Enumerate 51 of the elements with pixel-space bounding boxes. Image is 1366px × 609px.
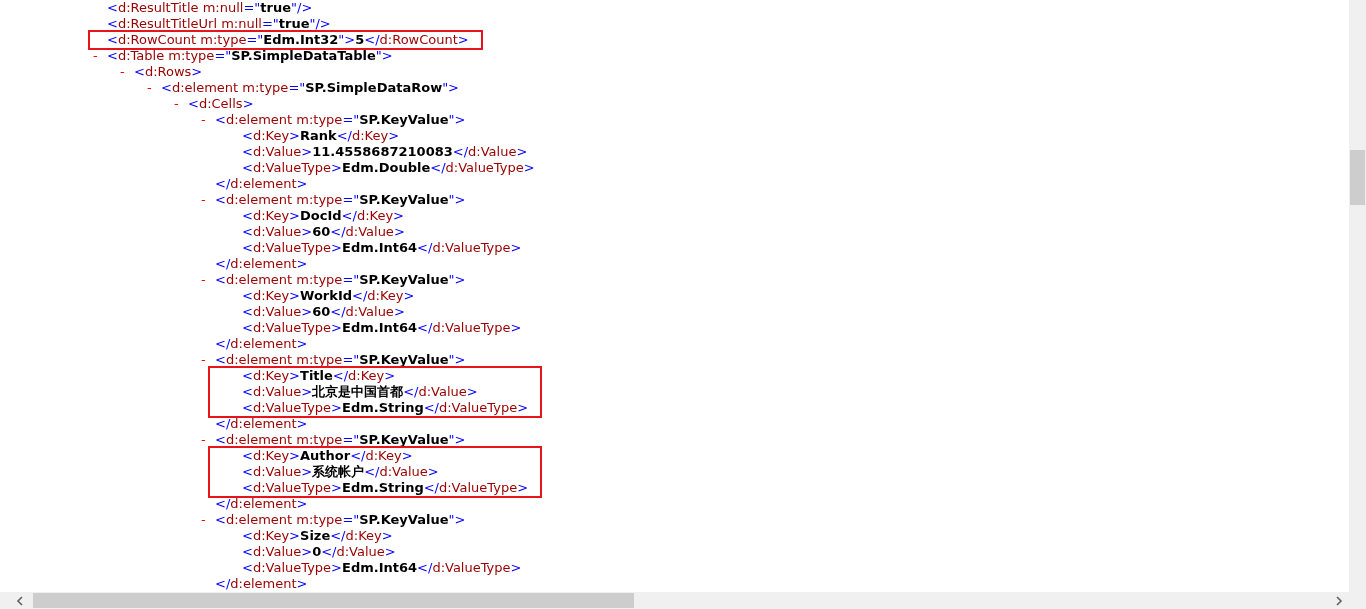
collapse-toggle[interactable]: - xyxy=(201,272,215,288)
xml-line: <d:ValueType>Edm.String</d:ValueType> xyxy=(242,480,529,496)
xml-line: <d:ResultTitleUrl m:null="true"/> xyxy=(107,16,331,32)
collapse-toggle[interactable]: - xyxy=(201,432,215,448)
xml-line: <d:ResultTitle m:null="true"/> xyxy=(107,0,313,16)
xml-line: </d:element> xyxy=(215,496,308,512)
xml-line: <d:ValueType>Edm.Int64</d:ValueType> xyxy=(242,560,522,576)
xml-line: <d:Value>北京是中国首都</d:Value> xyxy=(242,384,478,400)
xml-line: <d:element m:type="SP.KeyValue"> xyxy=(215,432,466,448)
xml-line: </d:element> xyxy=(215,176,308,192)
xml-line: <d:RowCount m:type="Edm.Int32">5</d:RowCount> xyxy=(107,32,469,48)
xml-line: <d:Key>Title</d:Key> xyxy=(242,368,396,384)
xml-line: <d:Rows> xyxy=(134,64,203,80)
horizontal-scrollbar[interactable] xyxy=(0,592,1349,609)
collapse-toggle[interactable]: - xyxy=(147,80,161,96)
collapse-toggle[interactable]: - xyxy=(120,64,134,80)
xml-line: <d:ValueType>Edm.String</d:ValueType> xyxy=(242,400,529,416)
xml-line: </d:element> xyxy=(215,336,308,352)
collapse-toggle[interactable]: - xyxy=(201,112,215,128)
vertical-scrollbar[interactable] xyxy=(1349,0,1366,592)
collapse-toggle[interactable]: - xyxy=(201,192,215,208)
xml-line: </d:element> xyxy=(215,416,308,432)
xml-line: <d:Value>0</d:Value> xyxy=(242,544,396,560)
collapse-toggle[interactable]: - xyxy=(201,512,215,528)
xml-line: <d:Key>Size</d:Key> xyxy=(242,528,393,544)
xml-line: <d:Key>Author</d:Key> xyxy=(242,448,413,464)
scroll-thumb[interactable] xyxy=(1350,150,1365,205)
xml-line: <d:Value>11.4558687210083</d:Value> xyxy=(242,144,528,160)
collapse-toggle[interactable]: - xyxy=(93,48,107,64)
xml-line: <d:ValueType>Edm.Int64</d:ValueType> xyxy=(242,320,522,336)
xml-line: <d:Value>60</d:Value> xyxy=(242,304,405,320)
xml-line: <d:Value>60</d:Value> xyxy=(242,224,405,240)
xml-line: <d:Key>DocId</d:Key> xyxy=(242,208,404,224)
xml-line: <d:ValueType>Edm.Int64</d:ValueType> xyxy=(242,240,522,256)
xml-line: <d:element m:type="SP.KeyValue"> xyxy=(215,512,466,528)
xml-line: <d:element m:type="SP.KeyValue"> xyxy=(215,192,466,208)
xml-line: <d:element m:type="SP.KeyValue"> xyxy=(215,352,466,368)
xml-line: <d:element m:type="SP.KeyValue"> xyxy=(215,272,466,288)
collapse-toggle[interactable]: - xyxy=(201,352,215,368)
xml-line: <d:element m:type="SP.KeyValue"> xyxy=(215,112,466,128)
xml-line: <d:Key>Rank</d:Key> xyxy=(242,128,400,144)
xml-line: <d:Table m:type="SP.SimpleDataTable"> xyxy=(107,48,393,64)
xml-line: <d:Key>WorkId</d:Key> xyxy=(242,288,415,304)
xml-line: <d:Value>系统帐户</d:Value> xyxy=(242,464,439,480)
xml-line: <d:ValueType>Edm.Double</d:ValueType> xyxy=(242,160,535,176)
xml-line: <d:element m:type="SP.SimpleDataRow"> xyxy=(161,80,459,96)
collapse-toggle[interactable]: - xyxy=(174,96,188,112)
xml-line: <d:Cells> xyxy=(188,96,254,112)
xml-line: </d:element> xyxy=(215,256,308,272)
xml-line: </d:element> xyxy=(215,576,308,592)
scroll-thumb[interactable] xyxy=(33,593,634,608)
